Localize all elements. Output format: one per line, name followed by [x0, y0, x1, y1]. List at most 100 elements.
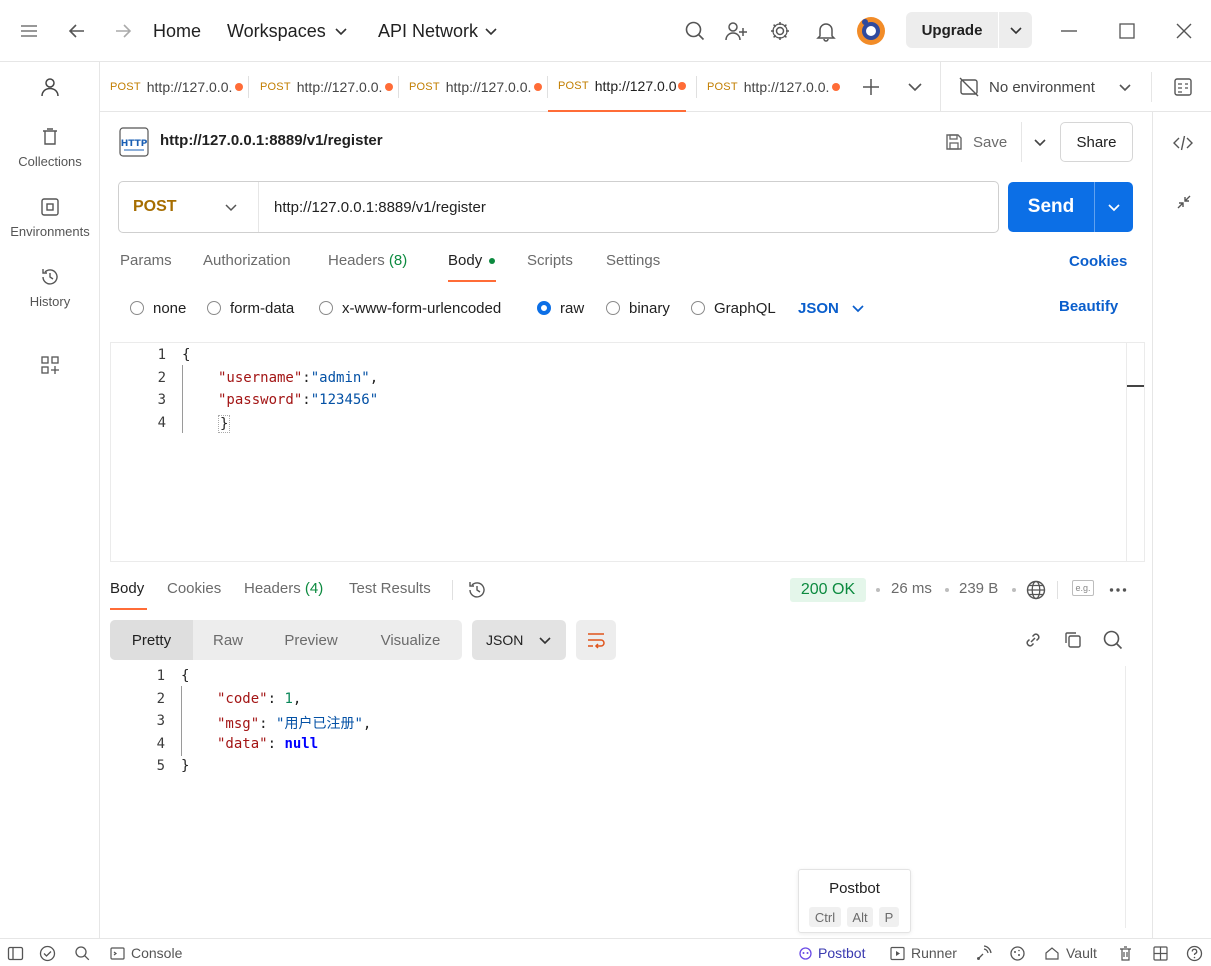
- method-selector[interactable]: POST: [119, 182, 259, 232]
- menu-icon[interactable]: [18, 0, 40, 62]
- minimize-window-icon[interactable]: [1058, 0, 1080, 62]
- view-pretty[interactable]: Pretty: [110, 620, 193, 660]
- tab-body[interactable]: Body: [448, 252, 496, 282]
- request-name[interactable]: http://127.0.0.1:8889/v1/register: [160, 132, 383, 149]
- chevron-down-icon: [335, 28, 347, 36]
- request-tab[interactable]: POST http://127.0.0.1:8889/v1/register: [100, 62, 243, 112]
- capture-requests-icon[interactable]: [975, 945, 992, 962]
- copy-icon[interactable]: [1062, 629, 1084, 651]
- response-tab-cookies[interactable]: Cookies: [167, 580, 221, 610]
- wrap-lines-icon[interactable]: [576, 620, 616, 660]
- body-mode-binary[interactable]: binary: [606, 298, 670, 318]
- request-tab[interactable]: POST http://127.0.0.1:8889/v1/register: [399, 62, 542, 112]
- layout-panes-icon[interactable]: [1152, 945, 1169, 962]
- body-language-selector[interactable]: JSON: [798, 298, 865, 318]
- save-button[interactable]: Save: [944, 122, 1048, 162]
- body-mode-form-data[interactable]: form-data: [207, 298, 294, 318]
- tab-authorization[interactable]: Authorization: [203, 252, 291, 282]
- tabs-overflow-chevron-icon[interactable]: [906, 78, 924, 96]
- search-icon[interactable]: [684, 0, 706, 62]
- body-mode-raw[interactable]: raw: [537, 298, 584, 318]
- more-options-icon[interactable]: [1108, 580, 1128, 600]
- body-mode-none[interactable]: none: [130, 298, 186, 318]
- home-link[interactable]: Home: [153, 0, 201, 62]
- view-preview[interactable]: Preview: [263, 620, 359, 660]
- beautify-link[interactable]: Beautify: [1059, 298, 1118, 315]
- tab-headers[interactable]: Headers (8): [328, 252, 407, 282]
- response-body-viewer[interactable]: 1 2 3 4 5 { "code": 1, "msg": "用户已注册", "…: [110, 666, 1145, 928]
- close-window-icon[interactable]: [1173, 0, 1195, 62]
- save-as-example-button[interactable]: e.g.: [1072, 580, 1094, 596]
- tab-url: http://127.0.0.1:8889/v1/register: [445, 79, 532, 95]
- view-raw[interactable]: Raw: [193, 620, 263, 660]
- json-string: "用户已注册": [276, 716, 363, 732]
- network-globe-icon[interactable]: [1025, 579, 1047, 601]
- api-network-menu[interactable]: API Network: [378, 0, 498, 62]
- upgrade-button[interactable]: Upgrade: [906, 12, 1032, 48]
- response-tab-headers[interactable]: Headers (4): [244, 580, 323, 610]
- view-visualize[interactable]: Visualize: [359, 620, 462, 660]
- workspaces-menu[interactable]: Workspaces: [227, 0, 348, 62]
- response-format-selector[interactable]: JSON: [472, 620, 566, 660]
- response-time[interactable]: 26 ms: [891, 580, 932, 597]
- tab-params[interactable]: Params: [120, 252, 172, 282]
- chevron-down-icon[interactable]: [999, 23, 1032, 37]
- share-button[interactable]: Share: [1060, 122, 1133, 162]
- environment-quick-look-icon[interactable]: [1172, 76, 1194, 98]
- new-tab-plus-icon[interactable]: [860, 76, 882, 98]
- send-options-chevron-icon[interactable]: [1095, 200, 1133, 214]
- avatar[interactable]: [856, 0, 886, 62]
- help-icon[interactable]: [1186, 945, 1203, 962]
- response-tab-test-results[interactable]: Test Results: [349, 580, 431, 610]
- response-tab-body[interactable]: Body: [110, 580, 147, 610]
- cookies-link[interactable]: Cookies: [1069, 253, 1127, 270]
- collapse-arrows-icon[interactable]: [1174, 192, 1194, 212]
- chevron-down-icon[interactable]: [1032, 134, 1048, 150]
- maximize-window-icon[interactable]: [1116, 0, 1138, 62]
- environment-selector[interactable]: No environment: [958, 62, 1133, 112]
- sidebar-item-account[interactable]: [0, 76, 100, 104]
- sidebar-item-add-apps[interactable]: [0, 354, 100, 382]
- status-badge[interactable]: 200 OK: [790, 578, 866, 602]
- settings-gear-icon[interactable]: [769, 0, 791, 62]
- console-button[interactable]: Console: [110, 939, 182, 966]
- find-replace-search-icon[interactable]: [74, 945, 91, 962]
- notification-bell-icon[interactable]: [815, 0, 837, 62]
- search-icon[interactable]: [1102, 629, 1124, 651]
- trash-icon[interactable]: [1117, 945, 1134, 962]
- request-tab[interactable]: POST http://127.0.0.1:8889/v1/register: [250, 62, 393, 112]
- postbot-button[interactable]: Postbot: [798, 939, 865, 966]
- body-mode-graphql[interactable]: GraphQL: [691, 298, 776, 318]
- body-mode-urlencoded[interactable]: x-www-form-urlencoded: [319, 298, 501, 318]
- collections-trash-icon: [43, 128, 57, 145]
- sidebar-item-collections[interactable]: Collections: [0, 126, 100, 169]
- forward-arrow-icon[interactable]: [112, 0, 134, 62]
- tab-scripts[interactable]: Scripts: [527, 252, 573, 282]
- runner-button[interactable]: Runner: [890, 939, 957, 966]
- editor-scrollbar[interactable]: [1127, 385, 1144, 387]
- cookies-icon[interactable]: [1009, 945, 1026, 962]
- unsaved-dot: [678, 82, 686, 90]
- request-tab[interactable]: POST http://127.0.0.1:8889/v1/register: [697, 62, 840, 112]
- code-line: "msg": "用户已注册",: [217, 716, 372, 732]
- request-tabs-row: POST http://127.0.0.1:8889/v1/register P…: [100, 62, 1211, 112]
- response-history-icon[interactable]: [466, 579, 488, 601]
- toggle-sidebar-icon[interactable]: [7, 945, 24, 962]
- invite-user-icon[interactable]: [724, 0, 748, 62]
- request-body-editor[interactable]: 1 2 3 4 { "username":"admin", "password"…: [110, 342, 1145, 562]
- copy-link-icon[interactable]: [1022, 629, 1044, 651]
- tab-url: http://127.0.0.1:8889/v1/register: [743, 79, 830, 95]
- request-tab-active[interactable]: POST http://127.0.0.1:8889/v1/register: [548, 62, 686, 112]
- code-snippet-icon[interactable]: [1172, 132, 1194, 154]
- online-status-check-icon[interactable]: [39, 945, 56, 962]
- sidebar-item-environments[interactable]: Environments: [0, 196, 100, 239]
- save-disk-icon: [946, 134, 962, 150]
- sidebar-item-history[interactable]: History: [0, 266, 100, 309]
- url-input[interactable]: [274, 198, 974, 216]
- tab-settings[interactable]: Settings: [606, 252, 660, 282]
- svg-text:HTTP: HTTP: [121, 139, 148, 149]
- response-size[interactable]: 239 B: [959, 580, 998, 597]
- send-button[interactable]: Send: [1008, 182, 1133, 232]
- back-arrow-icon[interactable]: [66, 0, 88, 62]
- vault-button[interactable]: Vault: [1044, 939, 1097, 966]
